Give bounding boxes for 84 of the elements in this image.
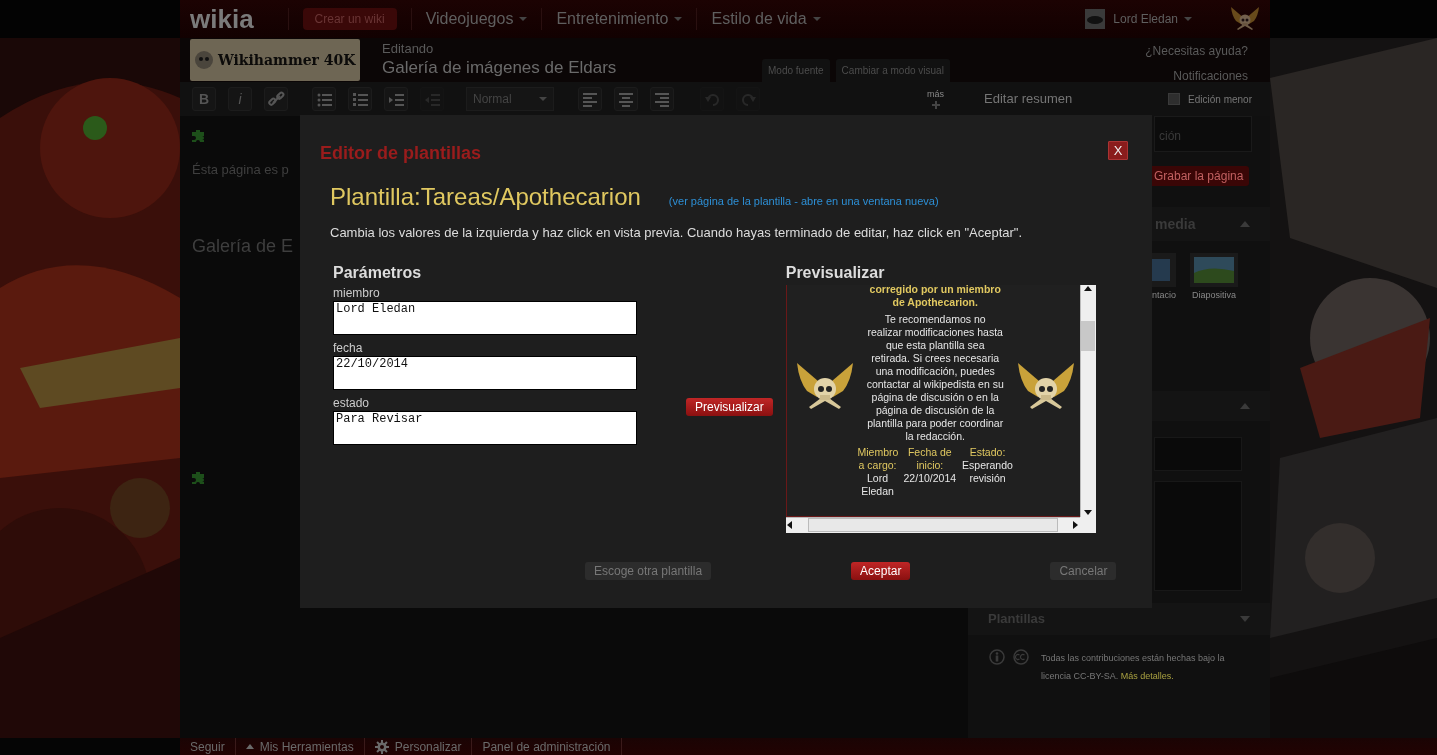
align-right-button[interactable] [650, 87, 674, 111]
minor-edit-checkbox[interactable] [1168, 93, 1181, 105]
slideshow-icon[interactable] [1152, 253, 1176, 287]
align-center-button[interactable] [614, 87, 638, 111]
mode-tab[interactable]: Modo fuente [762, 59, 830, 82]
field-label: Fecha de inicio: [906, 445, 953, 472]
media-label[interactable]: ntacio [1152, 289, 1177, 303]
align-left-icon [581, 90, 599, 108]
slide-icon[interactable] [1190, 253, 1239, 287]
caret-icon [245, 744, 254, 749]
link-button[interactable] [264, 87, 288, 111]
nav-menu[interactable]: Entretenimiento [556, 7, 683, 31]
field-label: Estado: [968, 445, 1007, 459]
template-name: Plantilla:Tareas/Apothecarion [330, 182, 641, 212]
numbered-list-icon [351, 90, 369, 108]
close-button[interactable]: X [1108, 141, 1128, 160]
expand-icon[interactable] [1240, 615, 1250, 622]
nav-menu[interactable]: Videojuegos [425, 7, 528, 31]
preview-button[interactable]: Previsualizar [686, 398, 773, 416]
caret-icon [674, 17, 683, 21]
field-value: Esperando revisión [962, 458, 1013, 485]
align-right-icon [653, 90, 671, 108]
notice-text: corregido por un miembro de Apothecarion. [868, 284, 1002, 309]
caret-icon [519, 17, 528, 21]
bulleted-list-button[interactable] [312, 87, 336, 111]
parameter-field[interactable]: 22/10/2014 [333, 355, 637, 390]
template-link[interactable]: (ver página de la plantilla - abre en una ventana nueva) [668, 193, 939, 210]
minor-edit-label: Edición menor [1188, 92, 1252, 107]
parameter-label: fecha [333, 341, 364, 354]
bold-button[interactable]: B [192, 87, 216, 111]
dialog-button[interactable]: Aceptar [851, 562, 911, 580]
toolbar-link[interactable]: Mis Herramientas [235, 737, 365, 755]
notifications-link[interactable]: Notificaciones [1145, 67, 1248, 85]
scroll-thumb[interactable] [1081, 320, 1096, 351]
license-link[interactable]: Más detalles. [1120, 670, 1174, 681]
plus-icon[interactable] [931, 100, 940, 109]
summary-field[interactable]: Editar resumen [984, 89, 1161, 109]
toolbar-link[interactable]: Personalizar [364, 737, 473, 755]
scroll-thumb[interactable] [807, 518, 1058, 532]
field-label: Miembro a cargo: [857, 445, 898, 472]
parameter-field[interactable]: Lord Eledan [333, 300, 637, 335]
nav-menu[interactable]: Estilo de vida [711, 7, 821, 31]
toolbar-link[interactable]: Panel de administración [472, 737, 622, 755]
puzzle-icon [192, 128, 206, 142]
parameters-heading: Parámetros [333, 264, 423, 281]
help-link[interactable]: ¿Necesitas ayuda? [1145, 42, 1248, 60]
field-value: 22/10/2014 [903, 471, 957, 485]
attribution-icon [989, 648, 1005, 665]
page-action: Editando [382, 42, 435, 55]
scroll-left-icon[interactable] [785, 520, 794, 530]
notice-body: Te recomendamos no realizar modificaciones hasta que esta plantilla sea retirada. Si crees necesaria una modificación, puedes contactar al wikipedista en su página de discusión o en la página de discusión de la plantilla para poder coordinar la redacción. [866, 312, 1005, 443]
avatar-icon[interactable] [1085, 9, 1106, 29]
field-value: Lord Eledan [860, 471, 895, 498]
collapse-icon[interactable] [1240, 221, 1250, 227]
creative-commons-icon [1013, 648, 1029, 665]
license-text: Todas las contribuciones están hechas bajo la licencia CC-BY-SA. Más detalles. [1041, 651, 1226, 683]
italic-button[interactable]: i [228, 87, 252, 111]
wiki-logo[interactable]: Wikihammer 40K [190, 39, 360, 81]
link-icon [267, 90, 285, 108]
user-menu[interactable]: Lord Eledan [1113, 10, 1192, 28]
collapse-icon[interactable] [1240, 402, 1250, 409]
dialog-title: Editor de plantillas [320, 142, 482, 165]
align-center-icon [617, 90, 635, 108]
preview-heading: Previsualizar [785, 264, 886, 281]
wikia-logo[interactable]: wikia [190, 6, 254, 32]
indent-button[interactable] [384, 87, 408, 111]
numbered-list-button[interactable] [348, 87, 372, 111]
page-title: Galería de imágenes de Eldars [382, 59, 617, 76]
gear-icon [374, 739, 389, 754]
parameter-label: estado [333, 396, 371, 409]
puzzle-icon [192, 470, 206, 484]
winged-skull-icon[interactable] [1230, 6, 1260, 32]
toolbar-link[interactable]: Seguir [190, 737, 236, 755]
align-left-button[interactable] [578, 87, 602, 111]
more-label[interactable]: más [927, 89, 945, 99]
instructions-text: Cambia los valores de la izquierda y haz click en vista previa. Cuando hayas terminado de editar, haz click en "Aceptar". [330, 224, 1024, 242]
caret-icon [539, 97, 547, 101]
caret-icon [1184, 17, 1192, 21]
media-label[interactable]: Diapositiva [1192, 289, 1237, 303]
scroll-up-icon[interactable] [1083, 284, 1094, 293]
caret-icon [812, 17, 821, 21]
skull-icon [194, 48, 214, 72]
parameter-field[interactable]: Para Revisar [333, 410, 637, 445]
parameter-label: miembro [333, 286, 381, 299]
